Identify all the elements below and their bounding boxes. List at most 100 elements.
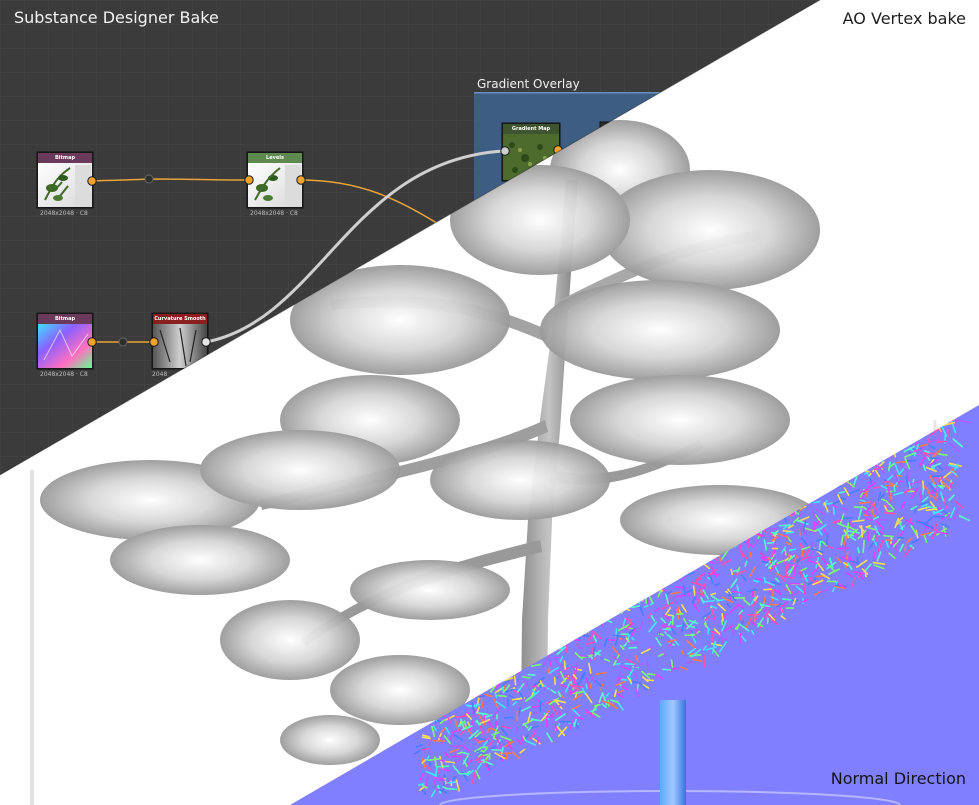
normal-leaf-stroke	[432, 729, 435, 738]
normal-leaf-stroke	[573, 716, 584, 720]
normal-leaf-stroke	[670, 659, 674, 668]
normal-leaf-stroke	[732, 569, 740, 572]
normal-leaf-stroke	[785, 531, 795, 534]
normal-leaf-stroke	[479, 746, 488, 749]
normal-leaf-stroke	[482, 753, 489, 757]
normal-leaf-stroke	[893, 485, 896, 492]
normal-leaf-stroke	[716, 561, 724, 564]
output-port[interactable]	[87, 176, 97, 186]
node-resolution: 2048	[152, 371, 168, 378]
input-port[interactable]	[500, 146, 510, 156]
normal-leaf-stroke	[446, 781, 457, 784]
normal-leaf-stroke	[862, 539, 865, 553]
normal-leaf-stroke	[937, 453, 948, 456]
screenshot-composite: Substance Designer Bake AO Vertex bake N…	[0, 0, 979, 805]
normal-leaf-stroke	[573, 638, 581, 642]
output-port[interactable]	[296, 175, 306, 185]
normal-leaf-stroke	[674, 609, 677, 615]
normal-leaf-stroke	[883, 534, 894, 538]
normal-leaf-stroke	[696, 598, 700, 606]
normal-leaf-stroke	[421, 747, 429, 751]
normal-leaf-stroke	[752, 579, 760, 583]
normal-leaf-stroke	[685, 661, 694, 664]
normal-leaf-stroke	[548, 658, 552, 667]
normal-leaf-stroke	[432, 779, 446, 782]
normal-leaf-stroke	[766, 616, 769, 624]
normal-leaf-stroke	[857, 547, 860, 554]
reroute-dot[interactable]	[118, 337, 128, 347]
node-title: Levels	[266, 155, 284, 161]
normal-leaf-stroke	[896, 474, 903, 478]
normal-leaf-stroke	[435, 765, 450, 768]
node-resolution: 2048x2048 · C8	[250, 210, 298, 217]
normal-leaf-stroke	[813, 500, 821, 504]
normal-leaf-stroke	[497, 694, 507, 698]
normal-leaf-stroke	[563, 660, 567, 671]
normal-leaf-stroke	[721, 613, 724, 622]
normal-leaf-stroke	[913, 507, 917, 514]
node-resolution: 2048x2048 · C8	[40, 371, 88, 378]
normal-leaf-stroke	[825, 532, 829, 546]
normal-leaf-stroke	[921, 480, 925, 490]
normal-leaf-stroke	[838, 491, 845, 494]
normal-leaf-stroke	[451, 744, 465, 748]
normal-leaf-stroke	[897, 536, 905, 539]
normal-leaf-stroke	[483, 714, 486, 722]
normal-leaf-stroke	[782, 529, 793, 533]
normal-leaf-stroke	[438, 766, 441, 774]
normal-leaf-stroke	[662, 628, 672, 631]
node-title: Bitmap	[54, 155, 76, 161]
normal-leaf-stroke	[714, 583, 721, 586]
normal-leaf-stroke	[506, 698, 510, 707]
normal-leaf-stroke	[884, 539, 893, 542]
normal-leaf-stroke	[924, 452, 937, 455]
normal-leaf-stroke	[559, 683, 566, 687]
normal-leaf-stroke	[803, 581, 807, 595]
input-port[interactable]	[244, 175, 254, 185]
node-resolution: 2048x2048 · C8	[40, 210, 88, 217]
frame-title: Gradient Overlay	[477, 77, 580, 91]
node-title: Gradient Map	[511, 126, 551, 132]
normal-leaf-stroke	[766, 541, 775, 545]
normal-leaf-stroke	[884, 511, 897, 515]
normal-leaf-stroke	[531, 705, 540, 708]
normal-leaf-stroke	[495, 721, 498, 729]
normal-leaf-stroke	[585, 683, 588, 690]
normal-leaf-stroke	[771, 588, 774, 602]
output-port[interactable]	[201, 337, 211, 347]
normal-leaf-stroke	[782, 598, 792, 601]
normal-direction-label: Normal Direction	[830, 769, 966, 788]
normal-leaf-stroke	[949, 482, 952, 489]
normal-leaf-stroke	[655, 672, 658, 679]
normal-leaf-stroke	[763, 576, 767, 584]
normal-leaf-stroke	[931, 474, 943, 478]
normal-leaf-stroke	[522, 676, 531, 679]
normal-leaf-stroke	[614, 662, 621, 666]
input-port[interactable]	[149, 337, 159, 347]
reroute-dot[interactable]	[144, 174, 154, 184]
normal-leaf-stroke	[761, 560, 769, 564]
node-title: Curvature Smooth	[154, 316, 206, 322]
node-title: Bitmap	[54, 316, 76, 322]
normal-leaf-stroke	[513, 675, 517, 686]
normal-leaf-stroke	[867, 530, 870, 542]
designer-bake-label: Substance Designer Bake	[14, 8, 219, 27]
normal-leaf-stroke	[788, 548, 797, 552]
normal-leaf-stroke	[872, 552, 876, 564]
ao-vertex-bake-label: AO Vertex bake	[842, 9, 966, 28]
normal-leaf-stroke	[845, 551, 849, 560]
normal-leaf-stroke	[747, 536, 751, 549]
normal-leaf-stroke	[872, 486, 881, 489]
normal-leaf-stroke	[754, 610, 757, 623]
normal-leaf-stroke	[763, 588, 773, 591]
normal-leaf-stroke	[860, 524, 864, 538]
normal-leaf-stroke	[739, 632, 742, 644]
normal-leaf-stroke	[646, 673, 656, 676]
normal-leaf-stroke	[919, 491, 923, 502]
normal-leaf-stroke	[906, 471, 909, 481]
normal-leaf-stroke	[784, 549, 787, 556]
normal-leaf-stroke	[938, 429, 941, 444]
normal-leaf-stroke	[836, 547, 849, 550]
normal-leaf-stroke	[858, 501, 871, 505]
output-port[interactable]	[87, 337, 97, 347]
